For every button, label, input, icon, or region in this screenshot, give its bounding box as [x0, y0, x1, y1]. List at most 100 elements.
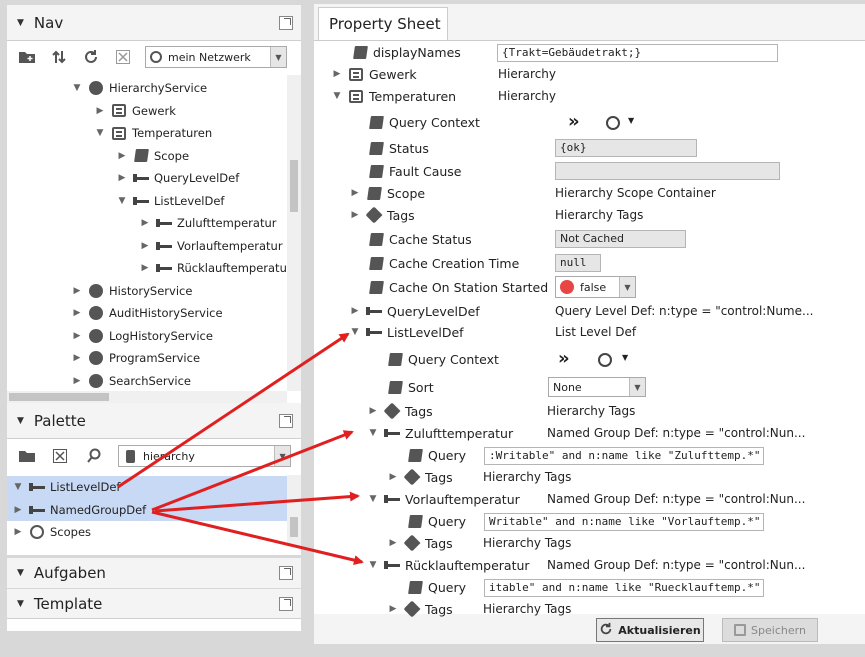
property-sheet-tab[interactable]: Property Sheet	[318, 7, 448, 40]
tree-node-log-history-service[interactable]: ▶ LogHistoryService	[7, 325, 287, 348]
template-title-bar[interactable]: ▼ Template	[7, 589, 301, 619]
prop-row-fault-cause[interactable]: Fault Cause	[364, 160, 462, 182]
tree-toggle[interactable]: ▶	[138, 218, 152, 228]
cache-on-station-started-select[interactable]: false ▼	[555, 276, 636, 298]
tree-node-list-level-def[interactable]: ▼ ListLevelDef	[7, 190, 287, 213]
expand-icon[interactable]: ▶	[348, 210, 362, 220]
prop-row-cache-status[interactable]: Cache Status	[364, 228, 472, 250]
network-select[interactable]: mein Netzwerk ▼	[145, 46, 287, 68]
tree-toggle[interactable]: ▶	[70, 376, 84, 386]
clock-icon[interactable]	[598, 353, 612, 367]
palette-title-bar[interactable]: ▼ Palette	[7, 403, 301, 439]
tree-toggle[interactable]: ▶	[115, 173, 129, 183]
prop-row-vorlauf-tags[interactable]: ▶ Tags	[386, 532, 453, 554]
prop-row-gewerk[interactable]: ▶ Gewerk	[330, 63, 417, 85]
sort-select[interactable]: None ▼	[548, 377, 646, 397]
zuluft-query-field[interactable]: :Writable" and n:name like "Zulufttemp.*…	[484, 447, 764, 465]
tree-toggle[interactable]: ▶	[70, 286, 84, 296]
prop-row-tags[interactable]: ▶ Tags	[348, 204, 415, 226]
prop-row-ruecklauf-tags[interactable]: ▶ Tags	[386, 598, 453, 620]
tree-toggle[interactable]: ▶	[93, 106, 107, 116]
tree-node-gewerk[interactable]: ▶ Gewerk	[7, 100, 287, 123]
nav-scrollbar-thumb[interactable]	[290, 160, 298, 212]
expand-icon[interactable]: ▶	[386, 472, 400, 482]
tree-node-vorlauftemperatur[interactable]: ▶ Vorlauftemperatur	[7, 235, 287, 258]
collapse-icon[interactable]: ▼	[366, 428, 380, 438]
close-icon[interactable]	[113, 47, 133, 67]
tree-node-audit-history-service[interactable]: ▶ AuditHistoryService	[7, 302, 287, 325]
collapse-icon[interactable]: ▼	[366, 560, 380, 570]
chevron-down-icon[interactable]: ▼	[619, 277, 635, 297]
tree-node-ruecklauftemperatur[interactable]: ▶ Rücklauftemperatur	[7, 257, 292, 280]
new-folder-icon[interactable]	[17, 47, 37, 67]
prop-row-nested-query-context[interactable]: Query Context	[383, 348, 499, 370]
clock-icon[interactable]	[606, 116, 620, 130]
tree-toggle[interactable]: ▶	[138, 263, 152, 273]
chevron-down-icon[interactable]: ▼	[270, 47, 286, 67]
nav-hscrollbar[interactable]	[7, 391, 287, 403]
tree-node-zulufttemperatur[interactable]: ▶ Zulufttemperatur	[7, 212, 287, 235]
palette-module-select[interactable]: hierarchy ▼	[117, 445, 292, 467]
tree-toggle[interactable]: ▶	[11, 527, 25, 537]
tree-node-hierarchy-service[interactable]: ▼ HierarchyService	[7, 77, 287, 100]
prop-row-list-tags[interactable]: ▶ Tags	[366, 400, 433, 422]
tree-toggle[interactable]: ▶	[11, 505, 25, 515]
collapse-caret-icon[interactable]: ▼	[17, 568, 24, 578]
maximize-icon[interactable]	[279, 597, 293, 611]
tree-node-program-service[interactable]: ▶ ProgramService	[7, 347, 287, 370]
chevron-down-icon[interactable]: ▼	[274, 446, 291, 466]
tree-node-query-level-def[interactable]: ▶ QueryLevelDef	[7, 167, 287, 190]
tree-toggle[interactable]: ▶	[70, 353, 84, 363]
prop-row-vorlauf-query[interactable]: Query	[403, 510, 466, 532]
clock-menu-caret-icon[interactable]: ▼	[628, 116, 634, 125]
prop-row-display-names[interactable]: displayNames	[348, 41, 461, 63]
collapse-caret-icon[interactable]: ▼	[17, 599, 24, 609]
prop-row-vorlauftemperatur[interactable]: ▼ Vorlauftemperatur	[366, 488, 520, 510]
palette-item-list-level-def[interactable]: ▼ ListLevelDef	[7, 476, 287, 499]
prop-row-zulufttemperatur[interactable]: ▼ Zulufttemperatur	[366, 422, 514, 444]
ruecklauf-query-field[interactable]: itable" and n:name like "Ruecklauftemp.*…	[484, 579, 764, 597]
find-icon[interactable]	[84, 446, 104, 466]
nav-hscrollbar-thumb[interactable]	[9, 393, 109, 401]
prop-row-ruecklauf-query[interactable]: Query	[403, 576, 466, 598]
collapse-caret-icon[interactable]: ▼	[17, 18, 24, 28]
display-names-field[interactable]: {Trakt=Gebäudetrakt;}	[497, 44, 778, 62]
expand-icon[interactable]: ▶	[386, 538, 400, 548]
clock-menu-caret-icon[interactable]: ▼	[622, 353, 628, 362]
expand-icon[interactable]: ▶	[348, 188, 362, 198]
aufgaben-title-bar[interactable]: ▼ Aufgaben	[7, 558, 301, 588]
expand-icon[interactable]: ▶	[366, 406, 380, 416]
tree-toggle[interactable]: ▶	[138, 241, 152, 251]
prop-row-status[interactable]: Status	[364, 137, 429, 159]
tree-toggle[interactable]: ▶	[70, 331, 84, 341]
prop-row-query-context[interactable]: Query Context	[364, 111, 480, 133]
expand-icon[interactable]: ▶	[330, 69, 344, 79]
maximize-icon[interactable]	[279, 566, 293, 580]
expand-icon[interactable]: ▶	[386, 604, 400, 614]
nav-title-bar[interactable]: ▼ Nav	[7, 5, 301, 41]
prop-row-cache-creation-time[interactable]: Cache Creation Time	[364, 252, 519, 274]
maximize-icon[interactable]	[279, 414, 293, 428]
tree-toggle[interactable]: ▶	[70, 308, 84, 318]
prop-row-cache-on-station-started[interactable]: Cache On Station Started	[364, 276, 548, 298]
collapse-icon[interactable]: ▼	[330, 91, 344, 101]
double-chevron-icon[interactable]: »	[558, 348, 570, 369]
collapse-icon[interactable]: ▼	[348, 327, 362, 337]
palette-item-named-group-def[interactable]: ▶ NamedGroupDef	[7, 498, 287, 521]
prop-row-temperaturen[interactable]: ▼ Temperaturen	[330, 85, 457, 107]
refresh-button[interactable]: Aktualisieren	[596, 618, 704, 642]
prop-row-zuluft-tags[interactable]: ▶ Tags	[386, 466, 453, 488]
collapse-caret-icon[interactable]: ▼	[17, 416, 24, 426]
tree-node-scope[interactable]: ▶ Scope	[7, 145, 287, 168]
expand-icon[interactable]: ▶	[348, 306, 362, 316]
prop-row-zuluft-query[interactable]: Query	[403, 444, 466, 466]
palette-item-scopes[interactable]: ▶ Scopes	[7, 521, 287, 544]
tree-node-search-service[interactable]: ▶ SearchService	[7, 370, 287, 392]
tree-toggle[interactable]: ▼	[115, 196, 129, 206]
vorlauf-query-field[interactable]: Writable" and n:name like "Vorlauftemp.*…	[484, 513, 764, 531]
tree-node-temperaturen[interactable]: ▼ Temperaturen	[7, 122, 287, 145]
collapse-icon[interactable]: ▼	[366, 494, 380, 504]
prop-row-list-level-def[interactable]: ▼ ListLevelDef	[348, 321, 464, 343]
refresh-icon[interactable]	[81, 47, 101, 67]
tree-toggle[interactable]: ▼	[93, 128, 107, 138]
